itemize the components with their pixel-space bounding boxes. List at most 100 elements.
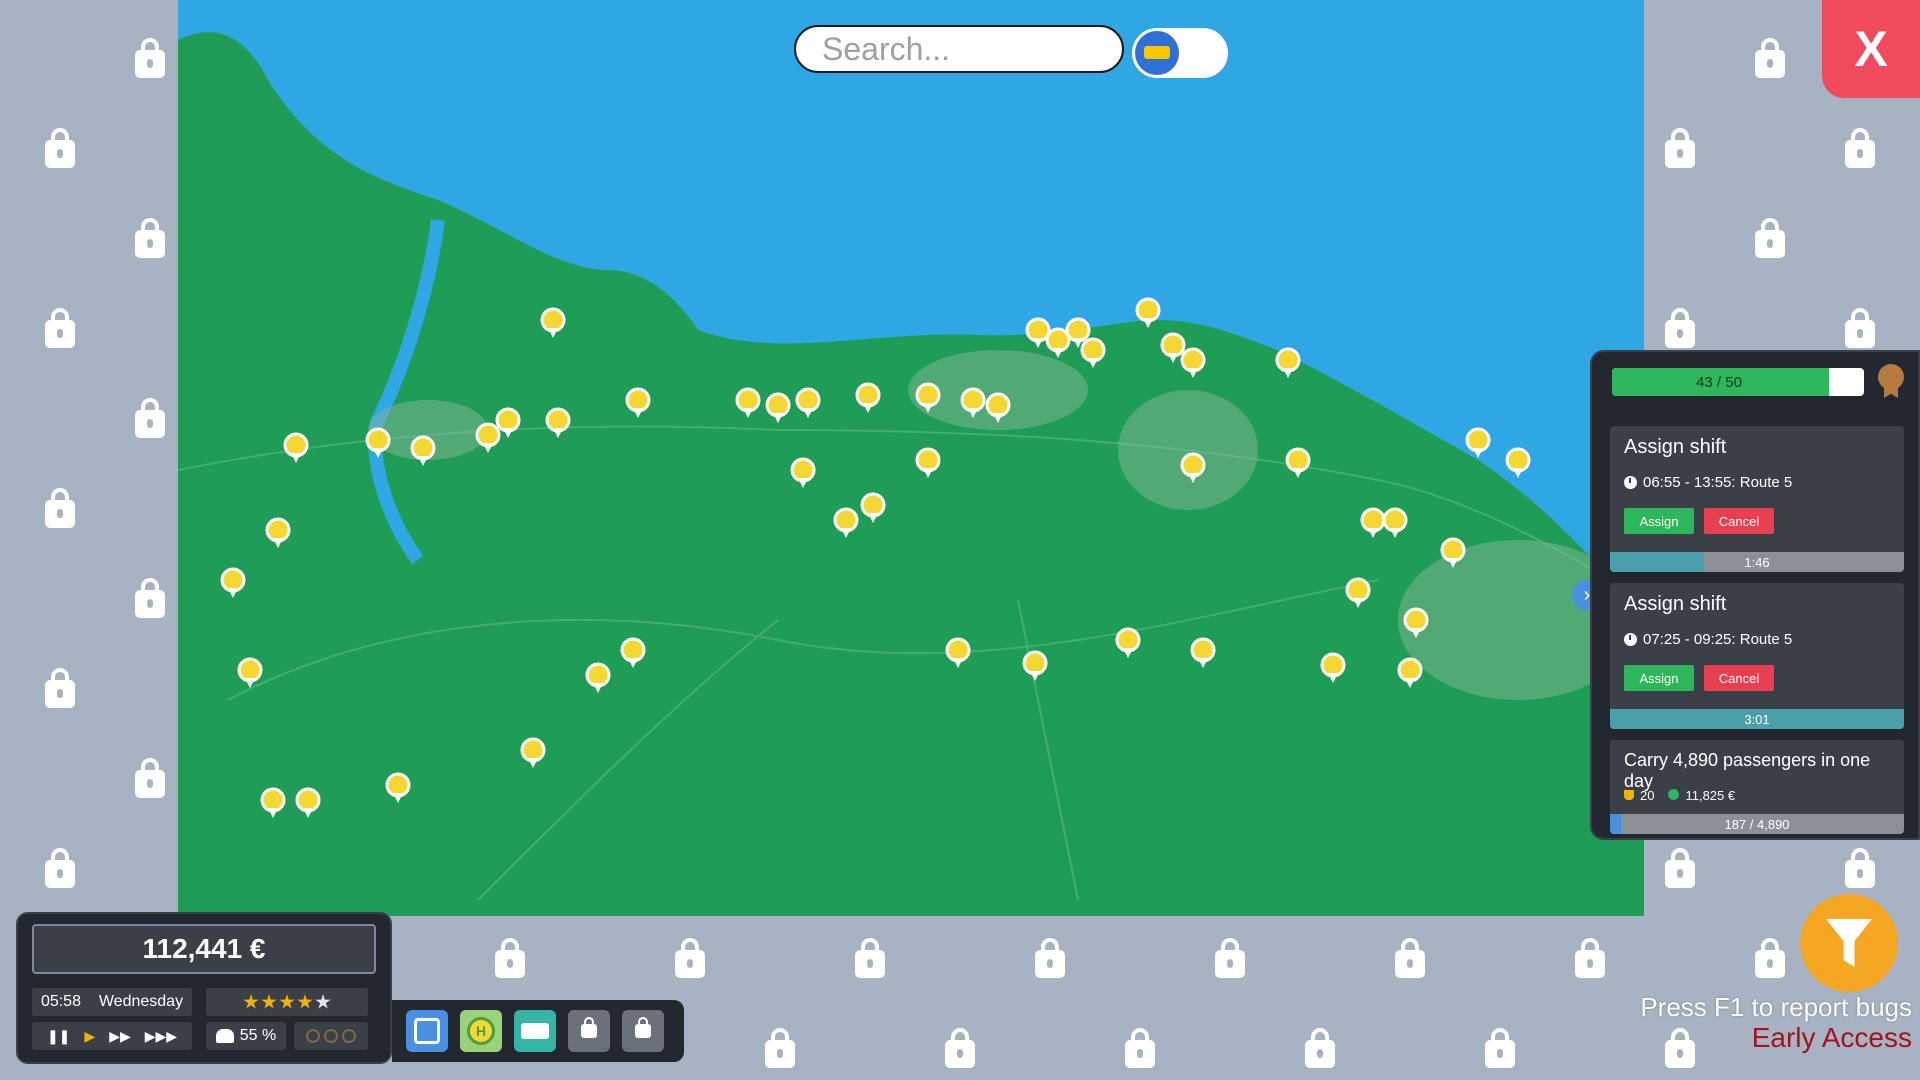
locked-tool-button (568, 1010, 610, 1052)
task-timer: 1:46 (1610, 552, 1904, 572)
badge-slot-icon (306, 1029, 320, 1043)
lock-icon (1755, 218, 1785, 258)
badge-slot-icon (342, 1029, 356, 1043)
money-display: 112,441 € (32, 924, 376, 974)
lock-icon (45, 668, 75, 708)
lock-icon (1395, 938, 1425, 978)
people-icon (215, 1029, 234, 1043)
bug-report-hint: Press F1 to report bugs (1640, 992, 1912, 1022)
fast-forward-icon[interactable]: ▶▶ (109, 1028, 131, 1045)
lock-icon (1305, 1028, 1335, 1068)
lock-icon (1845, 848, 1875, 888)
filter-icon (1826, 919, 1872, 967)
lock-icon (675, 938, 705, 978)
lock-icon (1575, 938, 1605, 978)
badge-slots (294, 1022, 368, 1050)
cancel-button[interactable]: Cancel (1704, 665, 1774, 691)
task-card-1: Assign shift 06:55 - 13:55: Route 5 Assi… (1610, 426, 1904, 572)
lock-icon (635, 1017, 651, 1038)
lock-icon (135, 578, 165, 618)
lock-icon (135, 218, 165, 258)
rating-stars (206, 988, 368, 1016)
badge-slot-icon (324, 1029, 338, 1043)
lock-icon (495, 938, 525, 978)
lock-icon (135, 38, 165, 78)
lock-icon (855, 938, 885, 978)
satisfaction: 55 % (206, 1022, 286, 1050)
lock-icon (581, 1017, 597, 1038)
goal-reward: 20 11,825 € (1624, 788, 1735, 803)
pause-icon[interactable]: ❚❚ (47, 1028, 70, 1045)
locked-tool-button (622, 1010, 664, 1052)
lock-icon (45, 848, 75, 888)
clock-row: 05:58 Wednesday (32, 988, 192, 1016)
lock-icon (135, 758, 165, 798)
lock-icon (945, 1028, 975, 1068)
bus-stop-marker[interactable] (1505, 447, 1531, 478)
reward-money: 11,825 € (1685, 788, 1736, 803)
bus-tool-button[interactable] (514, 1010, 556, 1052)
city-map[interactable] (178, 0, 1644, 916)
lock-icon (1035, 938, 1065, 978)
task-timer-label: 1:46 (1744, 554, 1770, 570)
bus-toggle-icon (1135, 31, 1179, 75)
clock-icon (1624, 633, 1637, 646)
lock-icon (1125, 1028, 1155, 1068)
star-icon (297, 994, 313, 1009)
task-timer-label: 3:01 (1744, 711, 1770, 727)
lock-icon (1665, 128, 1695, 168)
task-title: Assign shift (1624, 593, 1727, 615)
game-time: 05:58 (40, 993, 81, 1010)
lock-icon (1755, 938, 1785, 978)
star-icon (315, 994, 331, 1009)
lock-icon (1665, 848, 1695, 888)
bus-icon (521, 1023, 549, 1039)
achievement-progress: 43 / 50 (1612, 368, 1864, 396)
filter-button[interactable] (1800, 894, 1898, 992)
task-timer: 3:01 (1610, 709, 1904, 729)
lock-icon (1845, 128, 1875, 168)
status-hud: 112,441 € 05:58 Wednesday ❚❚ ▶ ▶▶ ▶▶▶ 55… (16, 912, 392, 1064)
early-access-label: Early Access (1751, 1022, 1912, 1053)
vehicle-toggle[interactable] (1132, 28, 1228, 78)
task-detail: 06:55 - 13:55: Route 5 (1624, 474, 1792, 491)
achievement-progress-label: 43 / 50 (1696, 373, 1742, 391)
lock-icon (135, 398, 165, 438)
goal-progress-label: 187 / 4,890 (1724, 816, 1790, 832)
lock-icon (45, 488, 75, 528)
assign-button[interactable]: Assign (1624, 665, 1694, 691)
task-detail: 07:25 - 09:25: Route 5 (1624, 631, 1792, 648)
goal-title: Carry 4,890 passengers in one day (1624, 750, 1871, 791)
satisfaction-value: 55 % (239, 1027, 277, 1044)
medal-icon[interactable] (1878, 364, 1904, 390)
play-icon[interactable]: ▶ (84, 1028, 95, 1045)
star-icon (261, 994, 277, 1009)
search-bar[interactable] (794, 25, 1124, 73)
assign-button[interactable]: Assign (1624, 508, 1694, 534)
task-detail-text: 07:25 - 09:25: Route 5 (1643, 631, 1793, 648)
lock-icon (45, 128, 75, 168)
coin-icon (1668, 789, 1680, 800)
goal-progress: 187 / 4,890 (1610, 814, 1904, 834)
stop-tool-button[interactable]: H (460, 1010, 502, 1052)
close-button[interactable]: X (1822, 0, 1920, 98)
bus-stop-icon: H (467, 1017, 495, 1045)
task-card-2: Assign shift 07:25 - 09:25: Route 5 Assi… (1610, 583, 1904, 729)
search-input[interactable] (796, 27, 1122, 71)
tasks-panel: 43 / 50 Assign shift 06:55 - 13:55: Rout… (1590, 350, 1920, 840)
lock-icon (1755, 38, 1785, 78)
cancel-button[interactable]: Cancel (1704, 508, 1774, 534)
star-icon (279, 994, 295, 1009)
lock-icon (765, 1028, 795, 1068)
lock-icon (1215, 938, 1245, 978)
trophy-icon (1624, 790, 1634, 800)
lock-icon (1485, 1028, 1515, 1068)
fastest-forward-icon[interactable]: ▶▶▶ (145, 1028, 177, 1045)
lock-icon (1665, 1028, 1695, 1068)
map-graphic (178, 32, 1644, 916)
bus-stop-marker[interactable] (1465, 427, 1491, 458)
route-tool-button[interactable] (406, 1010, 448, 1052)
goal-card: Carry 4,890 passengers in one day 20 11,… (1610, 740, 1904, 834)
lock-icon (1845, 308, 1875, 348)
star-icon (243, 994, 259, 1009)
